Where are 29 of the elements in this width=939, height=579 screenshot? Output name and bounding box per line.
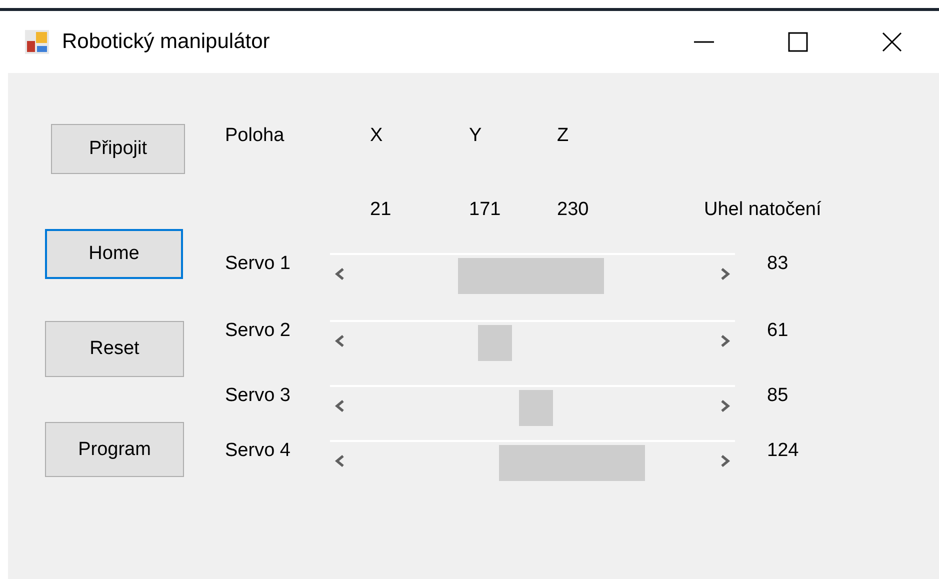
scrollbar-thumb[interactable] bbox=[458, 258, 604, 294]
coordinate-value: 171 bbox=[469, 199, 502, 221]
close-icon bbox=[881, 31, 903, 53]
servo-angle: 61 bbox=[767, 320, 788, 342]
servo-angle: 85 bbox=[767, 385, 788, 407]
action-button[interactable]: Home bbox=[45, 229, 183, 279]
servo-label: Servo 4 bbox=[225, 440, 292, 462]
action-button[interactable]: Reset bbox=[45, 321, 184, 377]
servo-angle: 124 bbox=[767, 440, 799, 462]
position-label: Poloha bbox=[225, 125, 286, 147]
axis-label: X bbox=[370, 125, 384, 147]
maximize-icon bbox=[787, 31, 809, 53]
coordinate-value: 21 bbox=[370, 199, 392, 221]
axis-label: Y bbox=[469, 125, 483, 147]
scrollbar-thumb[interactable] bbox=[499, 445, 646, 481]
action-button[interactable]: Připojit bbox=[51, 124, 185, 174]
servo-angle: 83 bbox=[767, 253, 788, 275]
action-button[interactable]: Program bbox=[45, 422, 184, 477]
scrollbar-thumb[interactable] bbox=[478, 325, 512, 361]
app-icon bbox=[24, 29, 50, 55]
angle-heading: Uhel natočení bbox=[704, 199, 822, 221]
scrollbar-thumb[interactable] bbox=[518, 390, 553, 426]
servo-label: Servo 2 bbox=[225, 320, 292, 342]
window-title: Robotický manipulátor bbox=[62, 30, 270, 54]
coordinate-value: 230 bbox=[557, 199, 590, 221]
axis-label: Z bbox=[557, 125, 570, 147]
servo-label: Servo 1 bbox=[225, 253, 292, 275]
servo-label: Servo 3 bbox=[225, 385, 292, 407]
minimize-icon bbox=[693, 41, 715, 43]
